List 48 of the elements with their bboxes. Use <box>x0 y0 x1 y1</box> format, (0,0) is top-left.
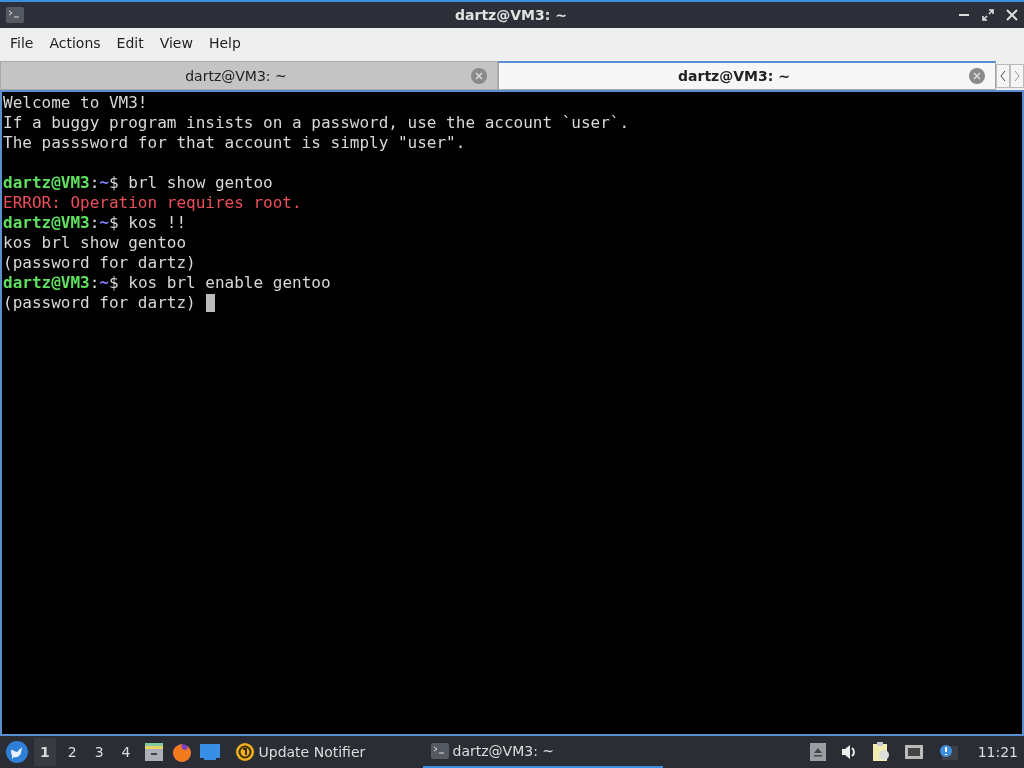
desktop-switch[interactable]: 4 <box>115 738 137 766</box>
prompt-user: dartz@VM3 <box>3 213 90 233</box>
taskbar-button[interactable]: Update Notifier <box>226 736 407 768</box>
taskbar-button[interactable]: dartz@VM3: ~ <box>422 736 663 768</box>
prompt-path: ~ <box>99 173 109 193</box>
menu-item[interactable]: Help <box>200 35 249 51</box>
desktop-switch[interactable]: 3 <box>88 738 110 766</box>
desktop-switch[interactable]: 1 <box>34 738 56 766</box>
output-text: If a buggy program insists on a password, use the account `user`. <box>3 113 630 133</box>
tab[interactable]: dartz@VM3: ~ <box>0 61 498 90</box>
prompt-path: ~ <box>99 213 109 233</box>
tab[interactable]: dartz@VM3: ~ <box>498 61 996 90</box>
window-title: dartz@VM3: ~ <box>454 7 568 23</box>
terminal-area[interactable] <box>0 90 1024 736</box>
file-cabinet-icon[interactable] <box>142 741 165 763</box>
bird-logo-icon[interactable] <box>6 741 28 763</box>
output-text: (password for dartz) <box>3 293 196 313</box>
desktop-switch[interactable]: 2 <box>61 738 83 766</box>
prompt-separator: : <box>89 213 100 233</box>
command-text: $ kos brl enable gentoo <box>109 273 331 293</box>
output-text: kos brl show gentoo <box>3 233 187 253</box>
menu-item[interactable]: Edit <box>108 35 152 51</box>
prompt-path: ~ <box>99 273 109 293</box>
maximize-icon[interactable] <box>982 9 994 21</box>
prompt-separator: : <box>89 273 100 293</box>
alert-icon[interactable] <box>937 743 958 761</box>
terminal-icon <box>6 7 24 23</box>
window-icon[interactable] <box>198 742 221 762</box>
scroll-left-icon[interactable] <box>996 63 1010 88</box>
prompt-user: dartz@VM3 <box>3 273 90 293</box>
network-port-icon[interactable] <box>903 744 924 760</box>
menu-item[interactable]: File <box>2 35 42 51</box>
command-text: $ kos !! <box>109 213 187 233</box>
output-text: Welcome to VM3! <box>3 93 148 113</box>
close-icon[interactable] <box>1006 9 1018 21</box>
terminal-icon <box>430 743 449 759</box>
eject-icon[interactable] <box>809 743 826 761</box>
menu-item[interactable]: Actions <box>41 35 109 51</box>
menu-item[interactable]: View <box>151 35 201 51</box>
error-text: ERROR: Operation requires root. <box>3 193 302 213</box>
clipboard-icon[interactable] <box>871 742 890 762</box>
prompt-separator: : <box>89 173 100 193</box>
speaker-icon[interactable] <box>839 744 858 760</box>
command-text: $ brl show gentoo <box>109 173 273 193</box>
prompt-user: dartz@VM3 <box>3 173 90 193</box>
output-text: The passsword for that account is simply "user". <box>3 133 466 153</box>
output-text: (password for dartz) <box>3 253 196 273</box>
clock[interactable]: 11:21 <box>977 744 1018 760</box>
